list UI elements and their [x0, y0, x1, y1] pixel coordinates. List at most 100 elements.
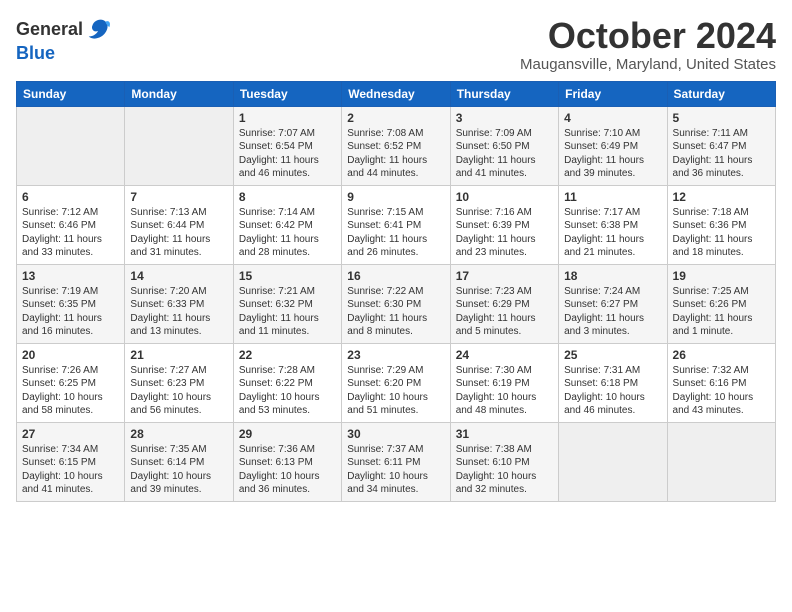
calendar-cell: 17 Sunrise: 7:23 AM Sunset: 6:29 PM Dayli…	[450, 264, 558, 343]
logo-bird-icon	[85, 16, 113, 44]
day-number: 31	[456, 427, 553, 441]
logo-line1: General	[16, 16, 113, 44]
calendar-cell: 25Sunrise: 7:31 AM Sunset: 6:18 PM Dayli…	[559, 343, 667, 422]
cell-content: 25Sunrise: 7:31 AM Sunset: 6:18 PM Dayli…	[564, 348, 661, 418]
day-number: 2	[347, 111, 444, 125]
cell-info: Sunrise: 7:37 AM Sunset: 6:11 PM Dayligh…	[347, 443, 444, 497]
calendar-cell: 9Sunrise: 7:15 AM Sunset: 6:41 PM Daylig…	[342, 185, 450, 264]
calendar-cell: 21Sunrise: 7:27 AM Sunset: 6:23 PM Dayli…	[125, 343, 233, 422]
calendar-table: SundayMondayTuesdayWednesdayThursdayFrid…	[16, 81, 776, 502]
day-number: 25	[564, 348, 661, 362]
calendar-cell: 19Sunrise: 7:25 AM Sunset: 6:26 PM Dayli…	[667, 264, 775, 343]
day-header-sunday: Sunday	[17, 81, 125, 106]
calendar-header-row: SundayMondayTuesdayWednesdayThursdayFrid…	[17, 81, 776, 106]
calendar-cell	[17, 106, 125, 185]
cell-info: Sunrise: 7:12 AM Sunset: 6:46 PM Dayligh…	[22, 206, 119, 260]
location: Maugansville, Maryland, United States	[520, 56, 776, 73]
cell-info: Sunrise: 7:16 AM Sunset: 6:39 PM Dayligh…	[456, 206, 553, 260]
day-number: 17	[456, 269, 553, 283]
day-number: 24	[456, 348, 553, 362]
cell-content: 22Sunrise: 7:28 AM Sunset: 6:22 PM Dayli…	[239, 348, 336, 418]
day-number: 14	[130, 269, 227, 283]
cell-info: Sunrise: 7:09 AM Sunset: 6:50 PM Dayligh…	[456, 127, 553, 181]
cell-content: 28Sunrise: 7:35 AM Sunset: 6:14 PM Dayli…	[130, 427, 227, 497]
calendar-cell: 10Sunrise: 7:16 AM Sunset: 6:39 PM Dayli…	[450, 185, 558, 264]
calendar-cell	[125, 106, 233, 185]
cell-info: Sunrise: 7:38 AM Sunset: 6:10 PM Dayligh…	[456, 443, 553, 497]
cell-content: 17 Sunrise: 7:23 AM Sunset: 6:29 PM Dayli…	[456, 269, 553, 339]
day-header-monday: Monday	[125, 81, 233, 106]
cell-content: 7Sunrise: 7:13 AM Sunset: 6:44 PM Daylig…	[130, 190, 227, 260]
day-number: 26	[673, 348, 770, 362]
day-header-tuesday: Tuesday	[233, 81, 341, 106]
calendar-cell: 1Sunrise: 7:07 AM Sunset: 6:54 PM Daylig…	[233, 106, 341, 185]
calendar-cell: 6 Sunrise: 7:12 AM Sunset: 6:46 PM Daylig…	[17, 185, 125, 264]
day-number: 8	[239, 190, 336, 204]
cell-info: Sunrise: 7:20 AM Sunset: 6:33 PM Dayligh…	[130, 285, 227, 339]
calendar-cell: 16Sunrise: 7:22 AM Sunset: 6:30 PM Dayli…	[342, 264, 450, 343]
day-number: 29	[239, 427, 336, 441]
day-number: 23	[347, 348, 444, 362]
cell-content: 13Sunrise: 7:19 AM Sunset: 6:35 PM Dayli…	[22, 269, 119, 339]
calendar-cell: 2 Sunrise: 7:08 AM Sunset: 6:52 PM Daylig…	[342, 106, 450, 185]
calendar-week-2: 6 Sunrise: 7:12 AM Sunset: 6:46 PM Daylig…	[17, 185, 776, 264]
cell-content: 30Sunrise: 7:37 AM Sunset: 6:11 PM Dayli…	[347, 427, 444, 497]
cell-info: Sunrise: 7:17 AM Sunset: 6:38 PM Dayligh…	[564, 206, 661, 260]
cell-content: 23Sunrise: 7:29 AM Sunset: 6:20 PM Dayli…	[347, 348, 444, 418]
calendar-cell: 8Sunrise: 7:14 AM Sunset: 6:42 PM Daylig…	[233, 185, 341, 264]
calendar-cell: 14 Sunrise: 7:20 AM Sunset: 6:33 PM Dayli…	[125, 264, 233, 343]
title-area: October 2024 Maugansville, Maryland, Uni…	[520, 16, 776, 73]
cell-info: Sunrise: 7:19 AM Sunset: 6:35 PM Dayligh…	[22, 285, 119, 339]
calendar-cell: 30Sunrise: 7:37 AM Sunset: 6:11 PM Dayli…	[342, 422, 450, 501]
calendar-cell: 22Sunrise: 7:28 AM Sunset: 6:22 PM Dayli…	[233, 343, 341, 422]
day-number: 3	[456, 111, 553, 125]
day-number: 18	[564, 269, 661, 283]
cell-content: 11Sunrise: 7:17 AM Sunset: 6:38 PM Dayli…	[564, 190, 661, 260]
calendar-cell: 11Sunrise: 7:17 AM Sunset: 6:38 PM Dayli…	[559, 185, 667, 264]
day-number: 4	[564, 111, 661, 125]
logo: General Blue	[16, 16, 113, 64]
cell-info: Sunrise: 7:18 AM Sunset: 6:36 PM Dayligh…	[673, 206, 770, 260]
cell-content: 16Sunrise: 7:22 AM Sunset: 6:30 PM Dayli…	[347, 269, 444, 339]
calendar-cell: 20Sunrise: 7:26 AM Sunset: 6:25 PM Dayli…	[17, 343, 125, 422]
calendar-cell: 26Sunrise: 7:32 AM Sunset: 6:16 PM Dayli…	[667, 343, 775, 422]
cell-content: 8Sunrise: 7:14 AM Sunset: 6:42 PM Daylig…	[239, 190, 336, 260]
day-number: 9	[347, 190, 444, 204]
calendar-week-4: 20Sunrise: 7:26 AM Sunset: 6:25 PM Dayli…	[17, 343, 776, 422]
cell-info: Sunrise: 7:23 AM Sunset: 6:29 PM Dayligh…	[456, 285, 553, 339]
cell-content: 2 Sunrise: 7:08 AM Sunset: 6:52 PM Daylig…	[347, 111, 444, 181]
cell-info: Sunrise: 7:11 AM Sunset: 6:47 PM Dayligh…	[673, 127, 770, 181]
cell-info: Sunrise: 7:13 AM Sunset: 6:44 PM Dayligh…	[130, 206, 227, 260]
cell-content: 4 Sunrise: 7:10 AM Sunset: 6:49 PM Daylig…	[564, 111, 661, 181]
cell-content: 26Sunrise: 7:32 AM Sunset: 6:16 PM Dayli…	[673, 348, 770, 418]
cell-info: Sunrise: 7:21 AM Sunset: 6:32 PM Dayligh…	[239, 285, 336, 339]
cell-info: Sunrise: 7:30 AM Sunset: 6:19 PM Dayligh…	[456, 364, 553, 418]
calendar-cell: 27Sunrise: 7:34 AM Sunset: 6:15 PM Dayli…	[17, 422, 125, 501]
cell-content: 1Sunrise: 7:07 AM Sunset: 6:54 PM Daylig…	[239, 111, 336, 181]
logo-line2: Blue	[16, 44, 113, 64]
cell-content: 21Sunrise: 7:27 AM Sunset: 6:23 PM Dayli…	[130, 348, 227, 418]
month-title: October 2024	[520, 16, 776, 56]
calendar-cell	[559, 422, 667, 501]
header: General Blue October 2024 Maugansville, …	[16, 16, 776, 73]
cell-info: Sunrise: 7:08 AM Sunset: 6:52 PM Dayligh…	[347, 127, 444, 181]
cell-info: Sunrise: 7:07 AM Sunset: 6:54 PM Dayligh…	[239, 127, 336, 181]
day-number: 5	[673, 111, 770, 125]
cell-info: Sunrise: 7:25 AM Sunset: 6:26 PM Dayligh…	[673, 285, 770, 339]
calendar-cell: 28Sunrise: 7:35 AM Sunset: 6:14 PM Dayli…	[125, 422, 233, 501]
day-number: 27	[22, 427, 119, 441]
day-number: 6	[22, 190, 119, 204]
cell-content: 5 Sunrise: 7:11 AM Sunset: 6:47 PM Daylig…	[673, 111, 770, 181]
calendar-cell: 15Sunrise: 7:21 AM Sunset: 6:32 PM Dayli…	[233, 264, 341, 343]
day-header-saturday: Saturday	[667, 81, 775, 106]
day-header-friday: Friday	[559, 81, 667, 106]
cell-content: 27Sunrise: 7:34 AM Sunset: 6:15 PM Dayli…	[22, 427, 119, 497]
cell-info: Sunrise: 7:10 AM Sunset: 6:49 PM Dayligh…	[564, 127, 661, 181]
calendar-cell: 29Sunrise: 7:36 AM Sunset: 6:13 PM Dayli…	[233, 422, 341, 501]
cell-content: 18Sunrise: 7:24 AM Sunset: 6:27 PM Dayli…	[564, 269, 661, 339]
cell-content: 31 Sunrise: 7:38 AM Sunset: 6:10 PM Dayli…	[456, 427, 553, 497]
day-number: 22	[239, 348, 336, 362]
day-number: 20	[22, 348, 119, 362]
calendar-cell: 13Sunrise: 7:19 AM Sunset: 6:35 PM Dayli…	[17, 264, 125, 343]
cell-content: 12Sunrise: 7:18 AM Sunset: 6:36 PM Dayli…	[673, 190, 770, 260]
